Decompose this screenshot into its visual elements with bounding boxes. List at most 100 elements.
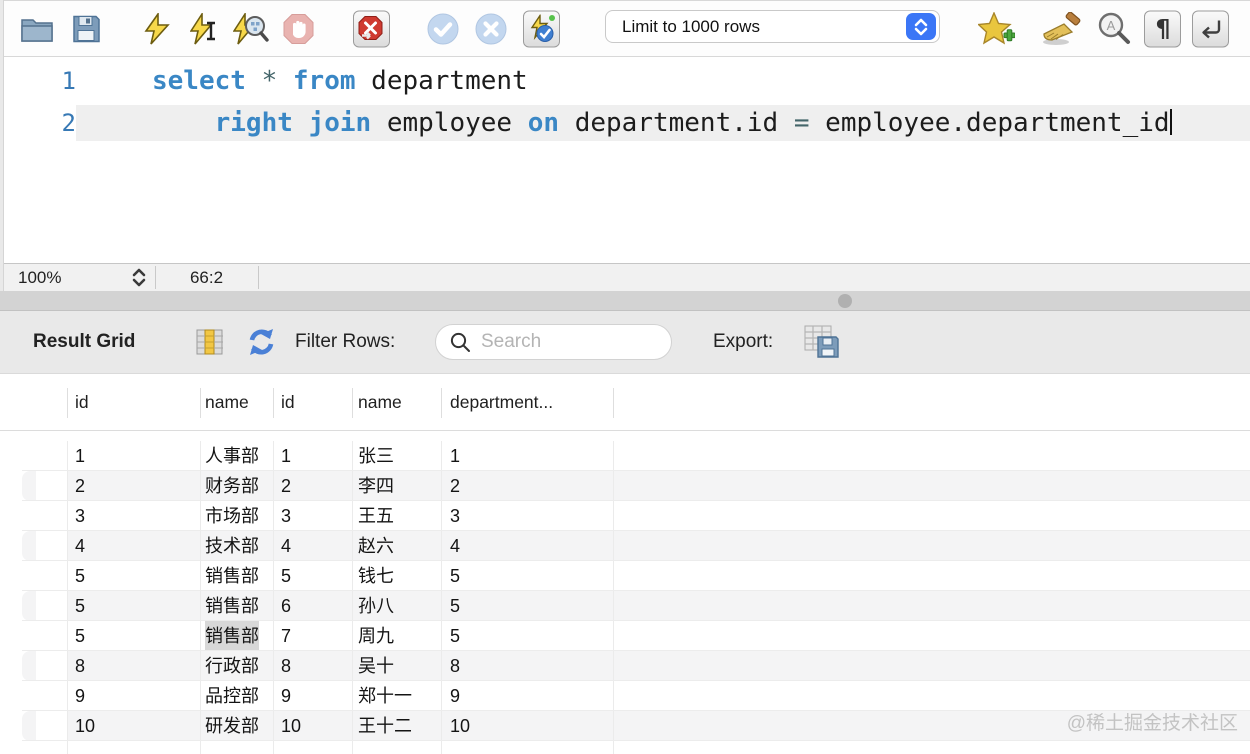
table-cell[interactable]: 研发部 bbox=[205, 711, 259, 741]
zoom-stepper-icon[interactable] bbox=[130, 267, 148, 294]
table-cell[interactable]: 赵六 bbox=[358, 531, 394, 561]
splitter-handle-icon[interactable] bbox=[838, 294, 852, 308]
code-line-2[interactable]: 2 right join employee on department.id =… bbox=[4, 105, 1250, 141]
table-cell[interactable]: 王五 bbox=[358, 501, 394, 531]
code-line-1[interactable]: 1select * from department bbox=[4, 63, 1250, 99]
explain-icon[interactable] bbox=[233, 13, 269, 45]
table-cell[interactable]: 王十二 bbox=[358, 711, 412, 741]
execute-current-icon[interactable] bbox=[190, 13, 218, 45]
beautify-icon[interactable] bbox=[1042, 12, 1087, 46]
table-cell[interactable]: 9 bbox=[450, 681, 460, 711]
table-cell[interactable]: 1 bbox=[281, 441, 291, 471]
table-cell[interactable]: 8 bbox=[281, 651, 291, 681]
table-cell[interactable]: 10 bbox=[450, 711, 470, 741]
table-cell[interactable]: 3 bbox=[281, 501, 291, 531]
table-cell[interactable]: 吴十 bbox=[358, 651, 394, 681]
table-cell[interactable]: 1 bbox=[75, 441, 85, 471]
column-header-5[interactable]: department... bbox=[450, 374, 553, 430]
stop-on-error-icon[interactable] bbox=[353, 10, 390, 47]
table-cell[interactable]: 周九 bbox=[358, 621, 394, 651]
table-cell[interactable]: 2 bbox=[450, 471, 460, 501]
table-cell[interactable]: 5 bbox=[75, 561, 85, 591]
invisibles-icon[interactable]: ¶ bbox=[1144, 10, 1181, 47]
table-row[interactable]: 3 市场部 3 王五 3 bbox=[0, 501, 1250, 531]
table-cell[interactable]: 10 bbox=[281, 711, 301, 741]
table-cell[interactable]: 5 bbox=[75, 591, 85, 621]
table-cell[interactable]: 8 bbox=[75, 651, 85, 681]
table-row[interactable]: 4 技术部 4 赵六 4 bbox=[0, 531, 1250, 561]
table-cell[interactable]: 孙八 bbox=[358, 591, 394, 621]
sql-editor[interactable]: 1select * from department 2 right join em… bbox=[4, 57, 1250, 263]
search-input[interactable]: Search bbox=[435, 324, 672, 360]
table-cell[interactable]: 销售部 bbox=[205, 591, 259, 621]
row-selector-cell[interactable] bbox=[36, 591, 67, 621]
column-divider[interactable] bbox=[352, 388, 353, 418]
column-header-2[interactable]: name bbox=[205, 374, 249, 430]
table-cell[interactable]: 3 bbox=[450, 501, 460, 531]
table-cell[interactable]: 4 bbox=[75, 531, 85, 561]
table-cell[interactable]: 5 bbox=[281, 561, 291, 591]
export-icon[interactable] bbox=[804, 325, 842, 359]
table-cell[interactable]: 李四 bbox=[358, 471, 394, 501]
column-divider[interactable] bbox=[613, 388, 614, 418]
table-cell[interactable]: 郑十一 bbox=[358, 681, 412, 711]
table-row[interactable]: 8 行政部 8 吴十 8 bbox=[0, 651, 1250, 681]
table-cell[interactable]: 品控部 bbox=[205, 681, 259, 711]
wrap-text-icon[interactable] bbox=[1192, 10, 1229, 47]
table-cell[interactable]: 5 bbox=[450, 561, 460, 591]
table-cell[interactable]: 6 bbox=[281, 591, 291, 621]
save-icon[interactable] bbox=[72, 14, 101, 43]
save-snippet-icon[interactable] bbox=[978, 12, 1015, 46]
row-selector-cell[interactable] bbox=[36, 471, 67, 501]
row-selector-cell[interactable] bbox=[36, 531, 67, 561]
table-row[interactable]: 5 销售部 5 钱七 5 bbox=[0, 561, 1250, 591]
table-cell[interactable]: 4 bbox=[450, 531, 460, 561]
table-cell[interactable]: 销售部 bbox=[205, 561, 259, 591]
row-selector-cell[interactable] bbox=[36, 651, 67, 681]
table-row[interactable]: 2 财务部 2 李四 2 bbox=[0, 471, 1250, 501]
autocommit-icon[interactable] bbox=[523, 10, 560, 47]
table-cell[interactable]: 5 bbox=[450, 591, 460, 621]
table-cell[interactable]: 3 bbox=[75, 501, 85, 531]
table-cell[interactable]: 9 bbox=[281, 681, 291, 711]
table-cell[interactable]: 1 bbox=[450, 441, 460, 471]
refresh-icon[interactable] bbox=[246, 327, 277, 357]
table-cell[interactable]: 钱七 bbox=[358, 561, 394, 591]
column-header-4[interactable]: name bbox=[358, 374, 402, 430]
column-divider[interactable] bbox=[67, 388, 68, 418]
table-row[interactable]: 5 销售部 7 周九 5 bbox=[0, 621, 1250, 651]
table-cell[interactable]: 技术部 bbox=[205, 531, 259, 561]
column-divider[interactable] bbox=[273, 388, 274, 418]
column-divider[interactable] bbox=[200, 388, 201, 418]
table-cell[interactable]: 张三 bbox=[358, 441, 394, 471]
table-cell[interactable]: 行政部 bbox=[205, 651, 259, 681]
table-cell[interactable]: 10 bbox=[75, 711, 95, 741]
table-cell[interactable]: 8 bbox=[450, 651, 460, 681]
table-cell[interactable]: 4 bbox=[281, 531, 291, 561]
table-cell[interactable]: 9 bbox=[75, 681, 85, 711]
dropdown-stepper-icon[interactable] bbox=[906, 13, 936, 40]
table-row[interactable]: 9 品控部 9 郑十一 9 bbox=[0, 681, 1250, 711]
table-cell[interactable]: 销售部 bbox=[205, 621, 259, 651]
limit-rows-dropdown[interactable]: Limit to 1000 rows bbox=[605, 10, 940, 43]
column-header-3[interactable]: id bbox=[281, 374, 295, 430]
pane-splitter[interactable] bbox=[0, 291, 1250, 311]
table-cell[interactable]: 财务部 bbox=[205, 471, 259, 501]
column-header-1[interactable]: id bbox=[75, 374, 89, 430]
table-row[interactable]: 5 销售部 6 孙八 5 bbox=[0, 591, 1250, 621]
table-row[interactable]: 10 研发部 10 王十二 10 bbox=[0, 711, 1250, 741]
table-cell[interactable]: 7 bbox=[281, 621, 291, 651]
column-divider[interactable] bbox=[441, 388, 442, 418]
table-cell[interactable]: 5 bbox=[450, 621, 460, 651]
table-row[interactable]: 1 人事部 1 张三 1 bbox=[0, 441, 1250, 471]
row-selector-cell[interactable] bbox=[36, 711, 67, 741]
table-cell[interactable]: 5 bbox=[75, 621, 85, 651]
table-cell[interactable]: 2 bbox=[75, 471, 85, 501]
open-file-icon[interactable] bbox=[20, 14, 56, 44]
execute-icon[interactable] bbox=[144, 13, 170, 45]
find-icon[interactable]: A bbox=[1097, 12, 1131, 46]
table-cell[interactable]: 人事部 bbox=[205, 441, 259, 471]
grid-icon[interactable] bbox=[196, 329, 223, 355]
table-cell[interactable]: 2 bbox=[281, 471, 291, 501]
table-cell[interactable]: 市场部 bbox=[205, 501, 259, 531]
